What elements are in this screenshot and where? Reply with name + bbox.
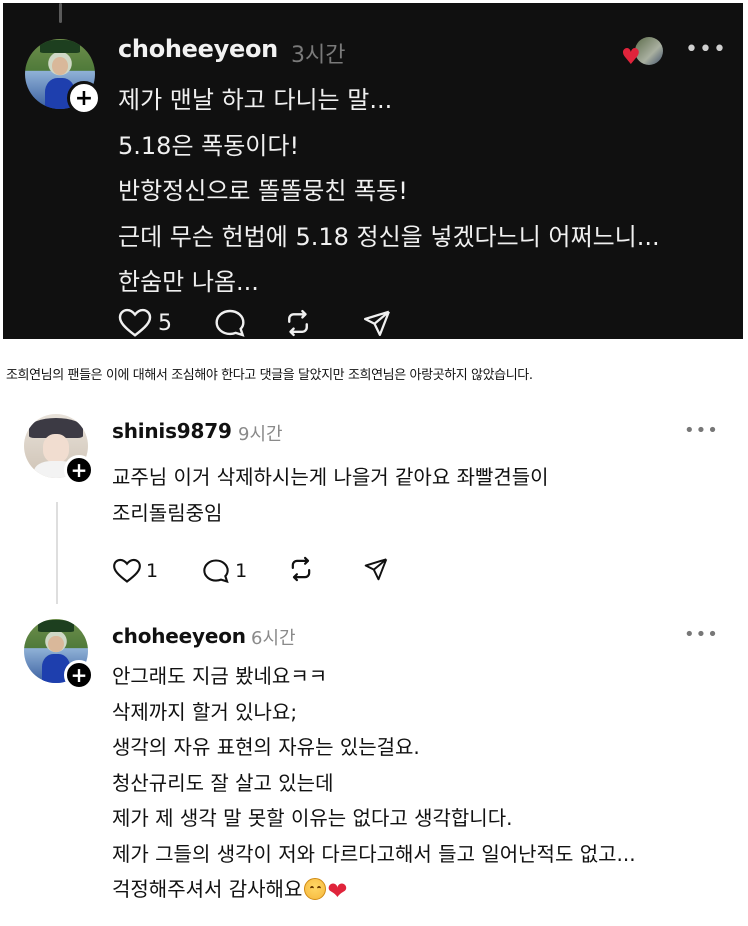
send-button[interactable] [362, 308, 392, 338]
comment-line: 청산규리도 잘 살고 있는데 [112, 770, 334, 795]
send-icon [364, 558, 388, 581]
liker-heart-icon: ♥ [621, 45, 641, 70]
post-line: 제가 맨날 하고 다니는 말... [118, 86, 393, 114]
comment-icon [215, 309, 245, 337]
thread-line [56, 502, 58, 604]
comment-line: 삭제까지 할거 있나요; [112, 699, 298, 724]
comment-line: 제가 제 생각 말 못할 이유는 없다고 생각합니다. [112, 806, 513, 830]
repost-icon [291, 556, 311, 582]
post-actions: 5 [118, 308, 392, 338]
post-body: 제가 맨날 하고 다니는 말... 5.18은 폭동이다! 반항정신으로 똘똘뭉… [118, 78, 660, 306]
like-count: 5 [158, 310, 172, 336]
follow-plus-icon[interactable]: + [64, 660, 94, 690]
comment-username[interactable]: choheeyeon [112, 624, 246, 648]
post-username[interactable]: choheeyeon [118, 35, 278, 63]
comment-actions: 1 1 [113, 555, 389, 587]
post-line: 반항정신으로 똘똘뭉친 폭동! [118, 177, 408, 205]
send-icon [364, 310, 390, 336]
comment-line: 걱정해주셔서 감사해요 [112, 877, 303, 901]
liker-indicator[interactable]: ♥ [621, 37, 667, 70]
more-icon[interactable]: ••• [684, 624, 719, 645]
comment-body: 교주님 이거 삭제하시는게 나을거 같아요 좌빨견들이 조리돌림중임 [112, 459, 549, 531]
repost-icon [288, 309, 308, 337]
more-icon[interactable]: ••• [685, 37, 727, 62]
comment-body: 안그래도 지금 봤네요ㅋㅋ 삭제까지 할거 있나요; 생각의 자유 표현의 자유… [112, 659, 636, 910]
avatar-face [48, 635, 64, 653]
heart-emoji-icon: ❤ [327, 877, 348, 905]
comment-line: 제가 그들의 생각이 저와 다르다고해서 들고 일어난적도 없고... [112, 841, 636, 866]
follow-plus-icon[interactable]: + [67, 81, 101, 115]
send-button[interactable] [363, 556, 389, 586]
thread-line [59, 3, 62, 23]
caption-text: 조희연님의 팬들은 이에 대해서 조심해야 한다고 댓글을 달았지만 조희연님은… [6, 368, 533, 383]
post-card: + choheeyeon 3시간 ♥ ••• 제가 맨날 하고 다니는 말...… [3, 3, 743, 339]
comment-time: 6시간 [251, 628, 296, 649]
post-time: 3시간 [291, 43, 346, 68]
like-button[interactable]: 5 [118, 308, 172, 338]
heart-icon [118, 308, 152, 337]
smile-emoji-icon [304, 878, 327, 900]
heart-icon [113, 558, 141, 583]
more-icon[interactable]: ••• [684, 420, 719, 441]
comment-button[interactable] [214, 308, 246, 338]
repost-button[interactable] [282, 308, 314, 338]
comment-line: 교주님 이거 삭제하시는게 나을거 같아요 좌빨견들이 [112, 465, 549, 489]
avatar-cap [38, 620, 74, 632]
comment-time: 9시간 [238, 424, 283, 445]
follow-plus-icon[interactable]: + [64, 455, 94, 485]
comment-line-last: 걱정해주셔서 감사해요 ❤ [112, 872, 636, 910]
repost-button[interactable] [287, 555, 315, 587]
reply-count: 1 [235, 560, 248, 582]
post-line: 한숨만 나옴... [118, 268, 259, 296]
comment-line: 조리돌림중임 [112, 501, 223, 525]
avatar-face [51, 57, 69, 76]
avatar-cap [40, 40, 80, 53]
like-count: 1 [146, 560, 159, 582]
like-button[interactable]: 1 [113, 558, 158, 584]
post-line: 5.18은 폭동이다! [118, 131, 300, 160]
comment-icon [203, 559, 229, 584]
comment-line: 안그래도 지금 봤네요ㅋㅋ [112, 664, 328, 688]
comment-username[interactable]: shinis9879 [112, 419, 232, 443]
post-line: 근데 무슨 헌법에 5.18 정신을 넣겠다느니 어쩌느니... [118, 222, 660, 251]
comment-line: 생각의 자유 표현의 자유는 있는걸요. [112, 735, 420, 759]
comment-button[interactable]: 1 [202, 558, 247, 584]
avatar-face [43, 434, 69, 463]
